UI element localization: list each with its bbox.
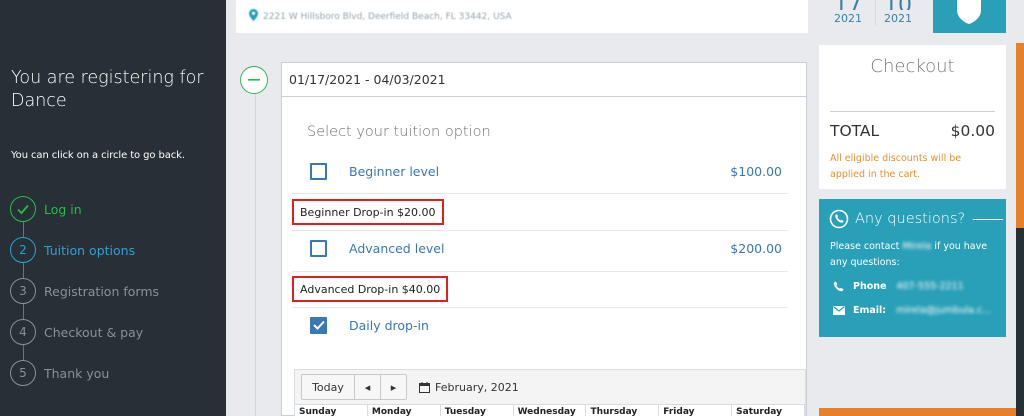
weekday-monday: Monday [368, 405, 441, 416]
end-year: 2021 [884, 12, 912, 25]
tuition-title: Select your tuition option [307, 124, 491, 140]
email-icon [833, 306, 845, 315]
weekday-header: Sunday Monday Tuesday Wednesday Thursday… [295, 404, 806, 416]
sidebar: You are registering for Dance You can cl… [0, 0, 226, 416]
contact-name: Mirela [902, 241, 932, 252]
contact-text-before: Please contact [830, 241, 900, 252]
calendar-toolbar: Today ◂ ▸ February, 2021 [295, 370, 805, 404]
end-day: 10 [873, 0, 923, 10]
dropin-calendar: Today ◂ ▸ February, 2021 Sunday Monday T… [294, 369, 806, 416]
checkout-title: Checkout [870, 56, 955, 77]
step-number: 3 [10, 278, 36, 304]
start-day: 17 [823, 0, 873, 10]
address-text: 2221 W Hillsboro Blvd, Deerfield Beach, … [263, 11, 512, 22]
badge [933, 0, 1006, 33]
discount-note: All eligible discounts will be applied i… [830, 153, 962, 180]
email-row[interactable]: Email: mirela@jumbula.c... [833, 305, 991, 316]
option-beginner-level[interactable]: Beginner level $100.00 [310, 161, 782, 181]
session-date-range: 01/17/2021 - 04/03/2021 [282, 63, 806, 97]
step-label: Checkout & pay [44, 324, 144, 340]
step-registration-forms[interactable]: 3 Registration forms [10, 277, 159, 305]
option-advanced-level[interactable]: Advanced level $200.00 [310, 238, 782, 258]
minus-icon [248, 79, 260, 81]
email-label: Email: [853, 305, 887, 316]
heading-rule [973, 218, 1004, 220]
weekday-thursday: Thursday [586, 405, 660, 416]
session-card: 01/17/2021 - 04/03/2021 Select your tuit… [281, 62, 807, 416]
advanced-level-checkbox[interactable] [310, 239, 327, 257]
go-back-hint: You can click on a circle to go back. [11, 150, 185, 161]
questions-heading: Any questions? [829, 209, 1004, 229]
event-header-card: 2221 W Hillsboro Blvd, Deerfield Beach, … [236, 0, 912, 33]
calendar-icon [419, 381, 430, 393]
step-tuition-options[interactable]: 2 Tuition options [10, 236, 135, 264]
total-amount: $0.00 [950, 122, 995, 140]
divider [292, 271, 788, 272]
edge-accent [1016, 43, 1024, 228]
questions-text: Please contact Mirela if you have any qu… [830, 239, 1000, 271]
shield-icon [957, 0, 981, 24]
step-number: 2 [10, 237, 36, 263]
daily-drop-in-checkbox[interactable] [310, 316, 327, 334]
questions-panel: Any questions? Please contact Mirela if … [819, 199, 1006, 337]
prev-month-button[interactable]: ◂ [355, 374, 381, 400]
checkout-panel: Checkout TOTAL $0.00 All eligible discou… [819, 45, 1006, 189]
step-label: Thank you [44, 365, 110, 381]
weekday-saturday: Saturday [732, 405, 806, 416]
check-icon [10, 196, 36, 222]
address[interactable]: 2221 W Hillsboro Blvd, Deerfield Beach, … [249, 9, 512, 24]
email-value: mirela@jumbula.c... [896, 305, 992, 316]
next-month-button[interactable]: ▸ [381, 374, 407, 400]
check-icon [312, 320, 325, 330]
start-date: 17 2021 [823, 0, 873, 33]
step-checkout-pay[interactable]: 4 Checkout & pay [10, 318, 143, 346]
weekday-wednesday: Wednesday [514, 405, 587, 416]
step-number: 5 [10, 360, 36, 386]
map-pin-icon [249, 9, 258, 24]
phone-value: 407-555-2211 [896, 281, 964, 292]
option-daily-drop-in[interactable]: Daily drop-in [310, 315, 782, 335]
today-button[interactable]: Today [301, 374, 355, 400]
step-log-in[interactable]: Log in [10, 195, 82, 223]
divider [292, 307, 788, 308]
end-date: 10 2021 [873, 0, 923, 33]
weekday-tuesday: Tuesday [441, 405, 514, 416]
step-label: Tuition options [44, 242, 136, 258]
phone-label: Phone [853, 281, 887, 292]
divider [292, 193, 788, 194]
step-number: 4 [10, 319, 36, 345]
beginner-level-checkbox[interactable] [310, 162, 327, 180]
option-price: $200.00 [730, 240, 782, 256]
beginner-dropin-price: Beginner Drop-in $20.00 [292, 199, 444, 225]
bottom-accent [819, 408, 1016, 416]
month-label: February, 2021 [435, 380, 519, 394]
step-label: Registration forms [44, 283, 160, 299]
option-name[interactable]: Beginner level [349, 164, 439, 179]
option-name[interactable]: Advanced level [349, 241, 444, 256]
divider [292, 230, 788, 231]
edge-dark [1016, 228, 1024, 416]
calendar-month[interactable]: February, 2021 [419, 381, 519, 394]
weekday-sunday: Sunday [295, 405, 368, 416]
option-name[interactable]: Daily drop-in [349, 318, 429, 333]
advanced-dropin-price: Advanced Drop-in $40.00 [292, 276, 449, 302]
timeline-line [255, 92, 256, 416]
divider [830, 111, 995, 112]
questions-title: Any questions? [855, 211, 966, 227]
option-price: $100.00 [730, 163, 782, 179]
step-label: Log in [44, 201, 82, 217]
chat-phone-icon [829, 209, 849, 229]
total-label: TOTAL [830, 122, 880, 140]
step-thank-you[interactable]: 5 Thank you [10, 359, 109, 387]
phone-row[interactable]: Phone 407-555-2211 [833, 281, 964, 292]
phone-icon [833, 281, 844, 292]
start-year: 2021 [834, 12, 862, 25]
registering-heading: You are registering for Dance [11, 68, 204, 111]
collapse-session-button[interactable] [240, 66, 268, 94]
weekday-friday: Friday [659, 405, 733, 416]
